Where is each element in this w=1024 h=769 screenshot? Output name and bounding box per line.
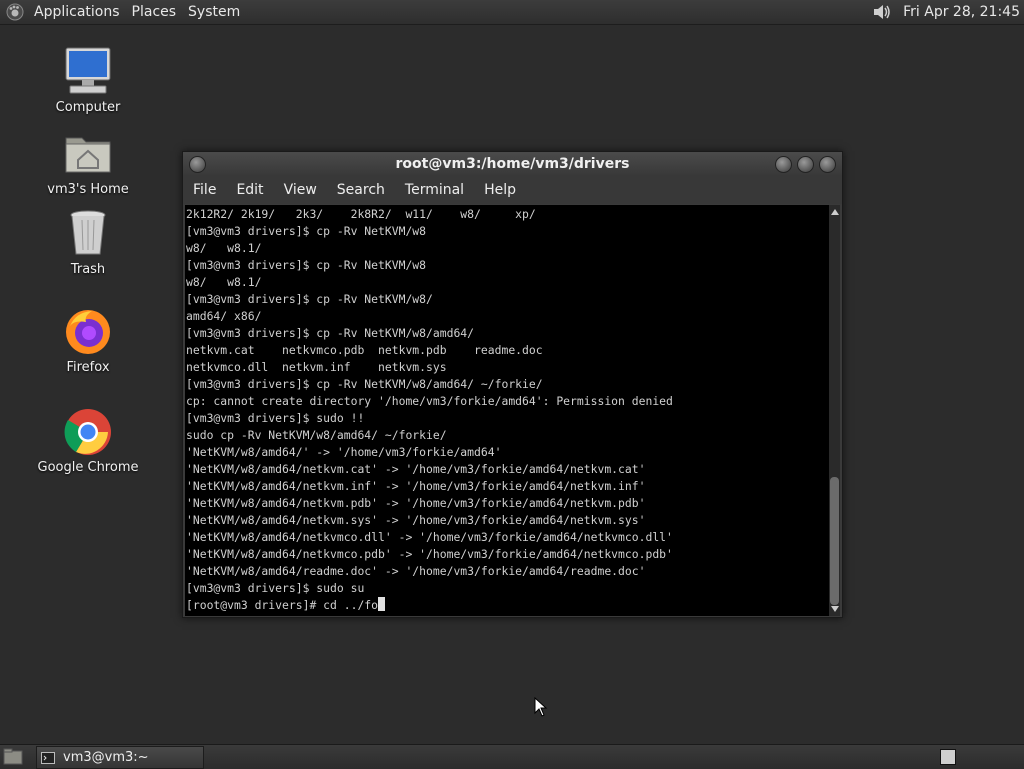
terminal-line: 'NetKVM/w8/amd64/netkvmco.pdb' -> '/home… bbox=[186, 547, 673, 561]
terminal-line: 'NetKVM/w8/amd64/netkvm.cat' -> '/home/v… bbox=[186, 462, 646, 476]
terminal-line: 2k12R2/ 2k19/ 2k3/ 2k8R2/ w11/ w8/ xp/ bbox=[186, 207, 536, 221]
terminal-scrollbar[interactable] bbox=[829, 205, 840, 616]
menu-view[interactable]: View bbox=[274, 182, 327, 198]
desktop-icon-trash[interactable]: Trash bbox=[33, 208, 143, 277]
gnome-foot-icon[interactable] bbox=[6, 3, 24, 21]
workspace-switcher[interactable] bbox=[940, 749, 956, 765]
terminal-line: 'NetKVM/w8/amd64/netkvm.sys' -> '/home/v… bbox=[186, 513, 646, 527]
computer-icon bbox=[65, 47, 111, 94]
taskbar-window-label: vm3@vm3:~ bbox=[63, 750, 149, 765]
desktop-icon-chrome[interactable]: Google Chrome bbox=[33, 406, 143, 475]
terminal-line: netkvmco.dll netkvm.inf netkvm.sys bbox=[186, 360, 447, 374]
terminal-output[interactable]: 2k12R2/ 2k19/ 2k3/ 2k8R2/ w11/ w8/ xp/ [… bbox=[185, 205, 829, 616]
terminal-line: netkvm.cat netkvmco.pdb netkvm.pdb readm… bbox=[186, 343, 543, 357]
home-folder-icon bbox=[65, 137, 111, 173]
desktop-icon-label: Computer bbox=[55, 100, 121, 115]
minimize-button[interactable] bbox=[775, 156, 792, 173]
terminal-line: 'NetKVM/w8/amd64/readme.doc' -> '/home/v… bbox=[186, 564, 646, 578]
terminal-line: [vm3@vm3 drivers]$ sudo su bbox=[186, 581, 365, 595]
top-panel: Applications Places System Fri Apr 28, 2… bbox=[0, 0, 1024, 25]
desktop-icon-label: vm3's Home bbox=[47, 182, 129, 197]
terminal-window[interactable]: root@vm3:/home/vm3/drivers File Edit Vie… bbox=[182, 151, 843, 618]
terminal-line: 'NetKVM/w8/amd64/' -> '/home/vm3/forkie/… bbox=[186, 445, 502, 459]
speaker-icon[interactable] bbox=[871, 2, 893, 22]
terminal-line: w8/ w8.1/ bbox=[186, 241, 262, 255]
terminal-line: 'NetKVM/w8/amd64/netkvm.pdb' -> '/home/v… bbox=[186, 496, 646, 510]
menu-search[interactable]: Search bbox=[327, 182, 395, 198]
taskbar-window-button[interactable]: vm3@vm3:~ bbox=[36, 746, 204, 769]
desktop-icon-label: Google Chrome bbox=[37, 460, 139, 475]
terminal-line: [vm3@vm3 drivers]$ cp -Rv NetKVM/w8/amd6… bbox=[186, 326, 475, 340]
window-titlebar[interactable]: root@vm3:/home/vm3/drivers bbox=[183, 152, 842, 176]
terminal-line: w8/ w8.1/ bbox=[186, 275, 262, 289]
trash-icon bbox=[70, 210, 106, 255]
terminal-text: 2k12R2/ 2k19/ 2k3/ 2k8R2/ w11/ w8/ xp/ [… bbox=[185, 205, 829, 614]
menu-help[interactable]: Help bbox=[474, 182, 526, 198]
mouse-pointer-icon bbox=[534, 697, 548, 717]
terminal-line: [vm3@vm3 drivers]$ cp -Rv NetKVM/w8/ bbox=[186, 292, 433, 306]
scrollbar-thumb[interactable] bbox=[830, 477, 839, 605]
terminal-line: cp: cannot create directory '/home/vm3/f… bbox=[186, 394, 673, 408]
terminal-line: 'NetKVM/w8/amd64/netkvm.inf' -> '/home/v… bbox=[186, 479, 646, 493]
desktop-icon-computer[interactable]: Computer bbox=[33, 46, 143, 115]
text-cursor bbox=[378, 597, 386, 611]
scroll-up-arrow-icon[interactable] bbox=[831, 209, 839, 215]
menu-edit[interactable]: Edit bbox=[226, 182, 273, 198]
terminal-icon bbox=[41, 751, 55, 764]
terminal-menubar: File Edit View Search Terminal Help bbox=[183, 176, 842, 204]
desktop-icon-label: Firefox bbox=[66, 360, 110, 375]
firefox-icon bbox=[66, 310, 110, 354]
window-menu-button[interactable] bbox=[189, 156, 206, 173]
terminal-line: 'NetKVM/w8/amd64/netkvmco.dll' -> '/home… bbox=[186, 530, 673, 544]
window-title: root@vm3:/home/vm3/drivers bbox=[395, 156, 630, 172]
show-desktop-icon[interactable] bbox=[2, 747, 24, 767]
close-button[interactable] bbox=[819, 156, 836, 173]
chrome-icon bbox=[64, 409, 111, 455]
terminal-line: [vm3@vm3 drivers]$ cp -Rv NetKVM/w8/amd6… bbox=[186, 377, 543, 391]
desktop-icon-firefox[interactable]: Firefox bbox=[33, 306, 143, 375]
menu-places[interactable]: Places bbox=[128, 0, 185, 24]
menu-applications[interactable]: Applications bbox=[30, 0, 128, 24]
menu-terminal[interactable]: Terminal bbox=[395, 182, 474, 198]
maximize-button[interactable] bbox=[797, 156, 814, 173]
bottom-panel: vm3@vm3:~ bbox=[0, 744, 1024, 769]
scroll-down-arrow-icon[interactable] bbox=[831, 606, 839, 612]
terminal-line: [vm3@vm3 drivers]$ cp -Rv NetKVM/w8 bbox=[186, 224, 427, 238]
menu-system[interactable]: System bbox=[184, 0, 248, 24]
terminal-line: amd64/ x86/ bbox=[186, 309, 262, 323]
terminal-prompt-line[interactable]: [root@vm3 drivers]# cd ../fo bbox=[186, 598, 378, 612]
terminal-line: [vm3@vm3 drivers]$ cp -Rv NetKVM/w8 bbox=[186, 258, 427, 272]
clock[interactable]: Fri Apr 28, 21:45 bbox=[903, 4, 1020, 20]
terminal-line: sudo cp -Rv NetKVM/w8/amd64/ ~/forkie/ bbox=[186, 428, 447, 442]
desktop-icon-label: Trash bbox=[70, 262, 106, 277]
menu-file[interactable]: File bbox=[183, 182, 226, 198]
desktop-icon-home[interactable]: vm3's Home bbox=[33, 128, 143, 197]
terminal-line: [vm3@vm3 drivers]$ sudo !! bbox=[186, 411, 365, 425]
